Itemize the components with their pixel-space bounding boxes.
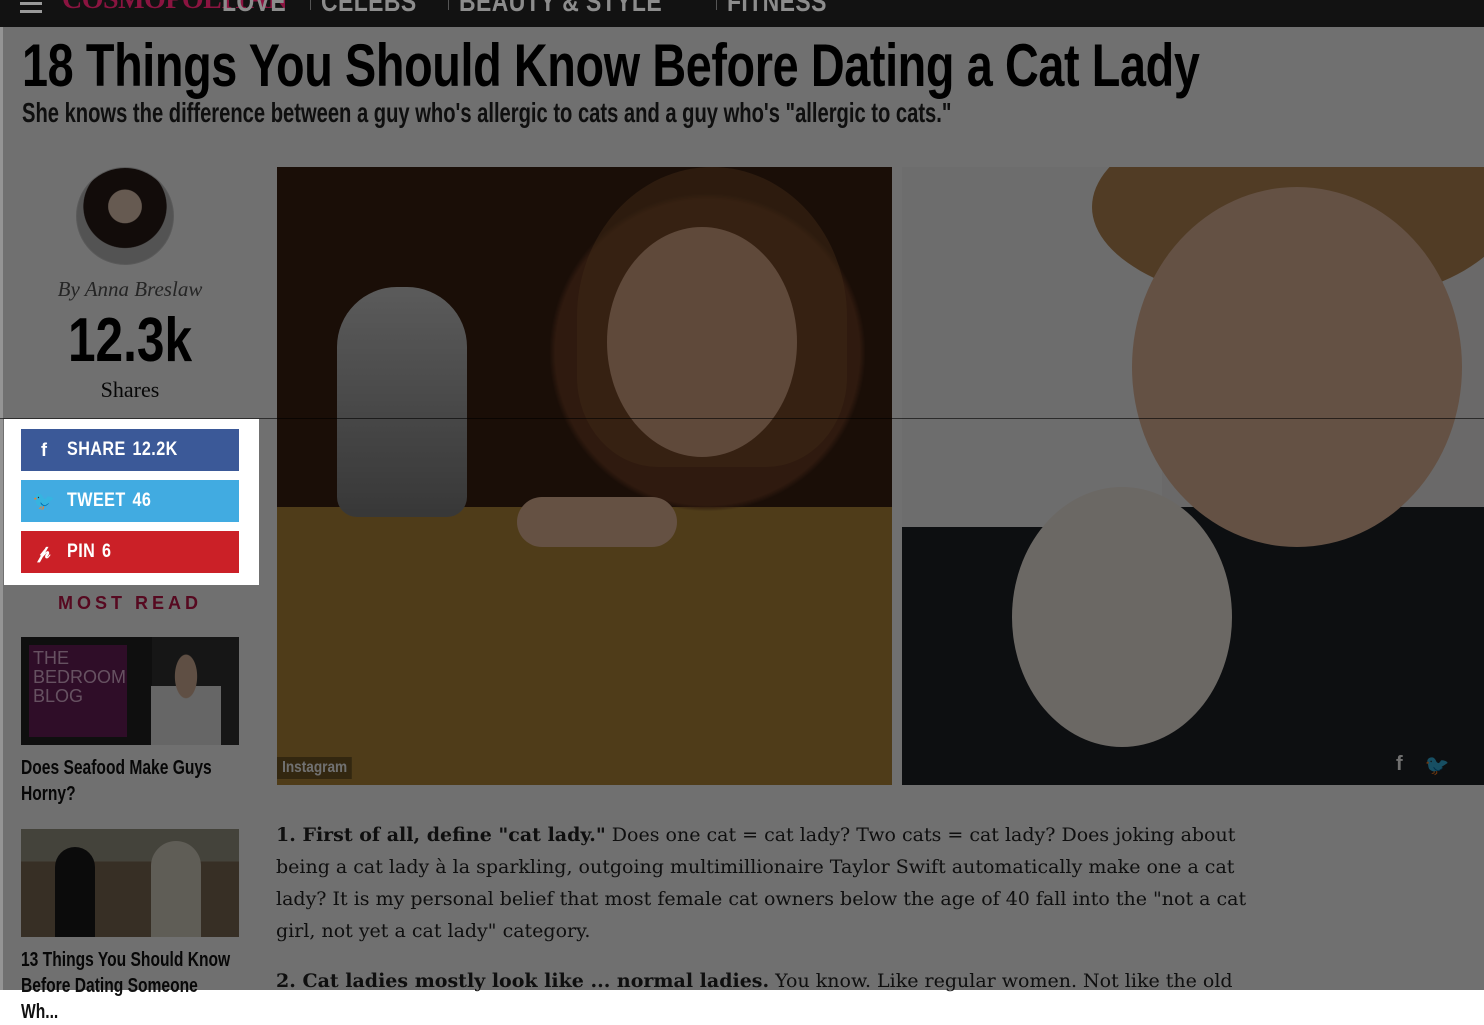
thumbnail-image: [55, 847, 95, 937]
facebook-share-button[interactable]: f SHARE 12.2K: [21, 429, 239, 471]
nav-items: LOVE CELEBS BEAUTY & STYLE FITNESS: [222, 0, 849, 18]
article-paragraph: 1. First of all, define "cat lady." Does…: [276, 819, 1266, 947]
share-count: 12.3k: [67, 306, 193, 375]
article-paragraph: 2. Cat ladies mostly look like ... norma…: [276, 965, 1266, 997]
pinterest-pin-label: PIN: [67, 541, 96, 562]
facebook-share-label: SHARE: [67, 439, 126, 460]
twitter-icon: 🐦: [32, 490, 56, 511]
pinterest-pin-button[interactable]: 𝓅 PIN 6: [21, 531, 239, 573]
thumbnail-image: [151, 841, 201, 937]
twitter-icon[interactable]: 🐦: [1425, 753, 1450, 778]
pinterest-icon: 𝓅: [37, 541, 51, 562]
nav-item-celebs[interactable]: CELEBS: [321, 0, 417, 18]
facebook-icon[interactable]: f: [1396, 753, 1403, 778]
twitter-tweet-button[interactable]: 🐦 TWEET 46: [21, 480, 239, 522]
share-buttons-highlight: f SHARE 12.2K 🐦 TWEET 46 𝓅 PIN 6: [4, 419, 259, 585]
paragraph-lead: 1. First of all, define "cat lady.": [276, 824, 606, 846]
most-read-link[interactable]: Does Seafood Make Guys Horny?: [21, 755, 239, 807]
facebook-share-count: 12.2K: [132, 439, 178, 460]
nav-item-fitness[interactable]: FITNESS: [727, 0, 827, 18]
article-photo-right: [902, 167, 1484, 785]
bedroom-blog-label: THE BEDROOM BLOG: [29, 645, 127, 737]
most-read-thumbnail[interactable]: [21, 829, 239, 937]
shares-label: Shares: [100, 377, 160, 402]
facebook-icon: f: [41, 439, 47, 460]
twitter-tweet-count: 46: [132, 490, 152, 511]
photo-share-icons: f 🐦: [1396, 753, 1450, 778]
most-read-thumbnail[interactable]: THE BEDROOM BLOG: [21, 637, 239, 745]
top-nav: COSMOPOLITAN LOVE CELEBS BEAUTY & STYLE …: [0, 0, 1484, 27]
paragraph-body: You know. Like regular women. Not like t…: [769, 970, 1233, 992]
nav-item-beauty-style[interactable]: BEAUTY & STYLE: [459, 0, 662, 18]
most-read-link[interactable]: 13 Things You Should Know Before Dating …: [21, 947, 239, 1025]
nav-divider: [716, 0, 718, 10]
photo-credit: Instagram: [277, 757, 353, 779]
pinterest-pin-count: 6: [102, 541, 112, 562]
article-subhead: She knows the difference between a guy w…: [22, 97, 952, 128]
author-byline[interactable]: By Anna Breslaw: [20, 277, 240, 302]
article-headline: 18 Things You Should Know Before Dating …: [22, 32, 1200, 99]
article-photo-left: [277, 167, 892, 785]
paragraph-lead: 2. Cat ladies mostly look like ... norma…: [276, 970, 770, 992]
nav-divider: [447, 0, 449, 10]
thumbnail-image: [151, 647, 221, 745]
nav-divider: [310, 0, 312, 10]
twitter-tweet-label: TWEET: [67, 490, 126, 511]
author-avatar[interactable]: [76, 167, 174, 265]
menu-icon[interactable]: [20, 0, 42, 18]
nav-item-love[interactable]: LOVE: [222, 0, 286, 18]
most-read-heading: MOST READ: [58, 593, 202, 613]
